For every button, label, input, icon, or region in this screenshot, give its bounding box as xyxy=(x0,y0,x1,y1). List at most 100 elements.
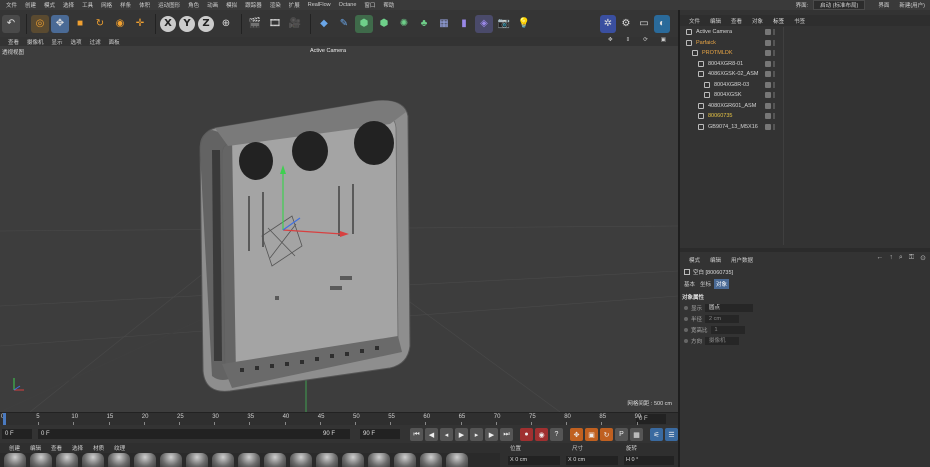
menu-item-17[interactable]: 窗口 xyxy=(360,1,379,9)
deformer-icon[interactable]: ♣ xyxy=(415,15,433,33)
menu-item-13[interactable]: 渲染 xyxy=(266,1,285,9)
up-arrow-icon[interactable]: ↑ xyxy=(889,254,893,262)
om-menu-edit[interactable]: 编辑 xyxy=(705,17,726,25)
menu-item-8[interactable]: 运动图形 xyxy=(154,1,184,9)
y-axis-lock-button[interactable]: Y xyxy=(179,15,195,32)
object-row[interactable]: PROTMLDK xyxy=(680,48,930,58)
transform-tool-icon[interactable]: ✛ xyxy=(131,15,149,33)
layer-icon[interactable] xyxy=(765,60,771,67)
object-row[interactable]: 4080XGR601_ASM xyxy=(680,101,930,111)
visibility-flags[interactable] xyxy=(765,50,775,56)
keyframe-dot-icon[interactable] xyxy=(684,316,688,321)
end-frame-field[interactable]: 90 F xyxy=(360,429,400,439)
material-swatch[interactable] xyxy=(316,453,338,467)
material-swatch[interactable] xyxy=(368,453,390,467)
vp-menu-cameras[interactable]: 摄像机 xyxy=(23,38,48,46)
light-icon[interactable]: 💡 xyxy=(515,15,533,33)
extrude-icon[interactable]: ⬢ xyxy=(375,15,393,33)
scale-key-icon[interactable]: ▣ xyxy=(585,428,598,441)
object-row[interactable]: 8004XGSK xyxy=(680,90,930,100)
cube-object-icon[interactable]: ◆ xyxy=(315,15,333,33)
goto-start-icon[interactable]: ⏮ xyxy=(410,428,423,441)
mat-menu-view[interactable]: 查看 xyxy=(46,444,67,452)
menu-item-15[interactable]: RealFlow xyxy=(304,2,335,8)
material-swatch[interactable] xyxy=(420,453,442,467)
render-picture-viewer-icon[interactable]: 🎞 xyxy=(266,15,284,33)
material-swatch[interactable] xyxy=(4,453,26,467)
material-swatch[interactable] xyxy=(134,453,156,467)
octane-viewer-icon[interactable]: ▭ xyxy=(636,15,652,33)
new-panel-icon[interactable]: ⊙ xyxy=(920,254,926,262)
om-menu-view[interactable]: 查看 xyxy=(726,17,747,25)
menu-item-10[interactable]: 动画 xyxy=(203,1,222,9)
visibility-dot-icon[interactable] xyxy=(773,123,775,130)
visibility-flags[interactable] xyxy=(765,60,775,67)
object-name[interactable]: Active Camera xyxy=(696,27,732,37)
coordinate-system-icon[interactable]: ⊕ xyxy=(217,15,235,33)
material-swatch[interactable] xyxy=(186,453,208,467)
start-frame-field[interactable]: 0 F xyxy=(2,429,32,439)
object-name[interactable]: Parfaick xyxy=(696,38,716,48)
mat-menu-texture[interactable]: 纹理 xyxy=(109,444,130,452)
keyframe-dot-icon[interactable] xyxy=(684,338,688,343)
object-row[interactable]: 80060735 xyxy=(680,111,930,121)
material-swatch[interactable] xyxy=(238,453,260,467)
visibility-flags[interactable] xyxy=(765,29,775,35)
zoom-icon[interactable]: ⇕ xyxy=(622,37,635,43)
menu-item-14[interactable]: 扩展 xyxy=(285,1,304,9)
material-swatch[interactable] xyxy=(212,453,234,467)
visibility-flags[interactable] xyxy=(765,123,775,130)
at-menu-edit[interactable]: 编辑 xyxy=(705,256,726,264)
object-row[interactable]: Parfaick xyxy=(680,38,930,48)
menu-item-0[interactable]: 文件 xyxy=(2,1,21,9)
back-arrow-icon[interactable]: ← xyxy=(876,254,883,262)
3d-viewport[interactable]: 透视视图 Active Camera 网格间距 : 500 cm xyxy=(0,46,678,412)
om-menu-file[interactable]: 文件 xyxy=(684,17,705,25)
position-x-field[interactable]: X 0 cm xyxy=(508,456,560,465)
visibility-flags[interactable] xyxy=(765,92,775,98)
maximize-icon[interactable]: ▣ xyxy=(657,37,670,43)
vp-menu-filter[interactable]: 过滤 xyxy=(86,38,105,46)
material-swatch[interactable] xyxy=(264,453,286,467)
menu-item-new-user[interactable]: 新建(用户) xyxy=(894,1,930,9)
render-settings-icon[interactable]: 🎥 xyxy=(286,15,304,33)
visibility-flags[interactable] xyxy=(765,81,775,88)
model-object[interactable] xyxy=(199,100,411,392)
vp-menu-options[interactable]: 选项 xyxy=(67,38,86,46)
mat-menu-create[interactable]: 创建 xyxy=(4,444,25,452)
visibility-flags[interactable] xyxy=(765,113,775,119)
prop-orientation-dropdown[interactable]: 摄像机 xyxy=(705,336,740,345)
rotation-key-icon[interactable]: ↻ xyxy=(600,428,613,441)
subtab-basic[interactable]: 基本 xyxy=(682,279,697,289)
camera-icon[interactable]: 📷 xyxy=(495,15,513,33)
position-key-icon[interactable]: ✥ xyxy=(570,428,583,441)
visibility-dot-icon[interactable] xyxy=(773,60,775,67)
visibility-dot-icon[interactable] xyxy=(773,29,775,35)
visibility-dot-icon[interactable] xyxy=(773,92,775,98)
layer-icon[interactable] xyxy=(765,71,771,77)
octane-material-icon[interactable]: ◐ xyxy=(654,14,670,33)
material-swatch[interactable] xyxy=(30,453,52,467)
active-camera-label[interactable]: Active Camera xyxy=(310,48,346,54)
auto-key-icon[interactable]: ◉ xyxy=(535,428,548,441)
layer-icon[interactable] xyxy=(765,81,771,88)
scheme-icon[interactable]: ⚟ xyxy=(650,428,663,441)
menu-item-7[interactable]: 体积 xyxy=(135,1,154,9)
object-name[interactable]: PROTMLDK xyxy=(702,48,733,58)
at-menu-userdata[interactable]: 用户数据 xyxy=(726,256,758,264)
subtab-coord[interactable]: 坐标 xyxy=(698,279,713,289)
search-icon[interactable]: ⌕ xyxy=(899,254,903,262)
material-swatch[interactable] xyxy=(56,453,78,467)
menu-item-12[interactable]: 跟踪器 xyxy=(241,1,266,9)
object-row[interactable]: GB9074_13_M5X16 xyxy=(680,122,930,132)
size-x-field[interactable]: X 0 cm xyxy=(566,456,618,465)
visibility-dot-icon[interactable] xyxy=(773,113,775,119)
rotate-tool-icon[interactable]: ↻ xyxy=(91,15,109,33)
next-key-icon[interactable]: ▶ xyxy=(485,428,498,441)
pen-spline-icon[interactable]: ✎ xyxy=(335,15,353,33)
octane-settings-icon[interactable]: ⚙ xyxy=(618,15,634,33)
menu-item-16[interactable]: Octane xyxy=(335,2,361,8)
layer-icon[interactable] xyxy=(765,113,771,119)
object-name[interactable]: 8004XG8R-03 xyxy=(714,80,749,90)
pan-icon[interactable]: ✥ xyxy=(604,37,617,43)
